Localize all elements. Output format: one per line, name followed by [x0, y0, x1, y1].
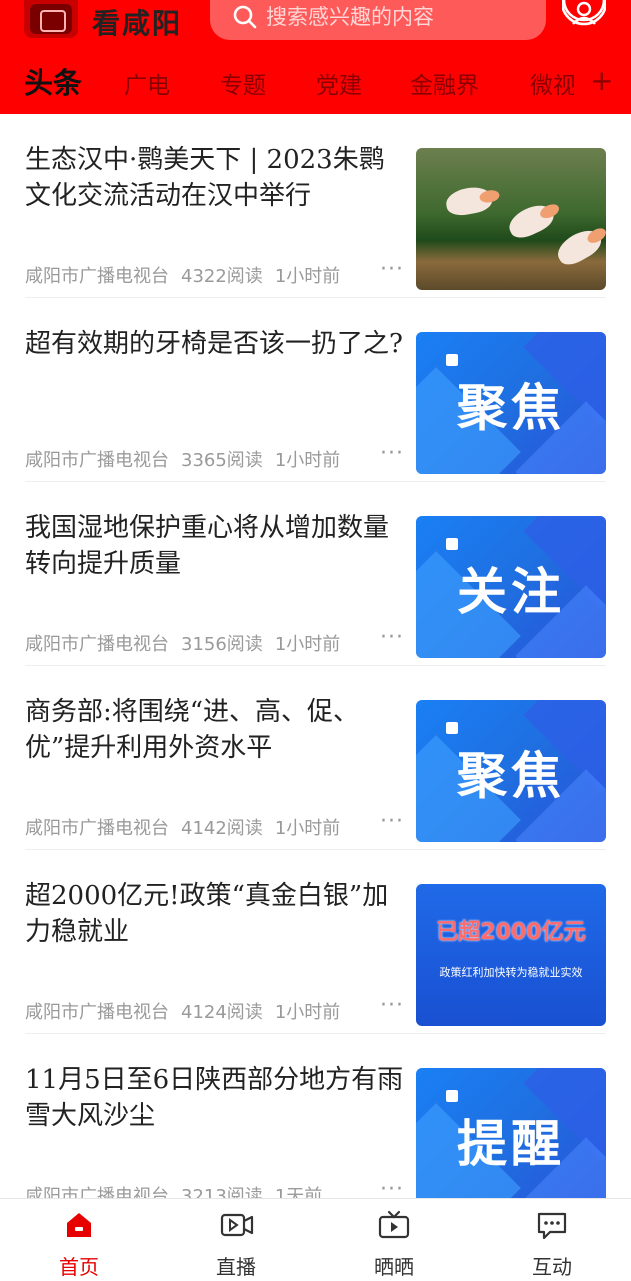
thumbnail-text: 关注: [457, 563, 565, 621]
news-item[interactable]: 商务部:将围绕“进、高、促、优”提升利用外资水平 咸阳市广播电视台 4142阅读 1…: [0, 666, 631, 850]
news-thumbnail[interactable]: 聚焦: [416, 700, 606, 842]
ibis-bird-image: [552, 224, 606, 270]
add-channel-button[interactable]: +: [590, 66, 613, 96]
search-input[interactable]: [266, 0, 536, 36]
news-reads: 3365阅读: [181, 450, 263, 471]
ibis-bird-image: [444, 184, 494, 218]
news-item[interactable]: 我国湿地保护重心将从增加数量转向提升质量 咸阳市广播电视台 3156阅读 1小时前 …: [0, 482, 631, 666]
news-title[interactable]: 商务部:将围绕“进、高、促、优”提升利用外资水平: [25, 694, 405, 766]
news-time: 1天前: [274, 1186, 323, 1198]
more-options-icon[interactable]: ···: [380, 625, 404, 650]
nav-label: 晒晒: [374, 1255, 414, 1279]
news-meta: 咸阳市广播电视台 4124阅读 1小时前: [25, 998, 352, 1024]
channel-badge-icon: [446, 538, 458, 550]
channel-badge-icon: [446, 722, 458, 734]
news-time: 1小时前: [274, 818, 341, 839]
news-meta: 咸阳市广播电视台 3365阅读 1小时前: [25, 446, 352, 472]
channel-badge-icon: [446, 1090, 458, 1102]
tab-headlines[interactable]: 头条: [24, 60, 82, 102]
channel-badge-icon: [446, 354, 458, 366]
tab-broadcast[interactable]: 广电: [124, 66, 170, 100]
thumbnail-text: 聚焦: [457, 747, 565, 805]
news-meta: 咸阳市广播电视台 3156阅读 1小时前: [25, 630, 352, 656]
news-source: 咸阳市广播电视台: [25, 266, 169, 287]
news-title[interactable]: 我国湿地保护重心将从增加数量转向提升质量: [25, 510, 405, 582]
news-time: 1小时前: [274, 266, 341, 287]
thumbnail-subtext: 政策红利加快转为稳就业实效: [439, 966, 583, 979]
tab-finance[interactable]: 金融界: [410, 66, 479, 100]
news-item[interactable]: 超2000亿元!政策“真金白银”加力稳就业 咸阳市广播电视台 4124阅读 1小时前…: [0, 850, 631, 1034]
channel-tabs: 头条 广电 专题 党建 金融界 微视 +: [0, 56, 631, 106]
more-options-icon[interactable]: ···: [380, 993, 404, 1018]
top-header: 看咸阳 头条 广电 专题 党建 金融界 微视 +: [0, 0, 631, 114]
news-item[interactable]: 生态汉中·鹮美天下 | 2023朱鹮文化交流活动在汉中举行 咸阳市广播电视台 43…: [0, 114, 631, 298]
news-reads: 3213阅读: [181, 1186, 263, 1198]
news-meta: 咸阳市广播电视台 3213阅读 1天前: [25, 1182, 334, 1198]
news-source: 咸阳市广播电视台: [25, 1002, 169, 1023]
bottom-navigation: 首页 直播 晒晒 互动: [0, 1198, 631, 1281]
more-options-icon[interactable]: ···: [380, 257, 404, 282]
news-title[interactable]: 超有效期的牙椅是否该一扔了之?: [25, 326, 405, 362]
tab-topics[interactable]: 专题: [220, 66, 266, 100]
news-title[interactable]: 11月5日至6日陕西部分地方有雨雪大风沙尘: [25, 1062, 405, 1134]
thumbnail-text: 聚焦: [457, 379, 565, 437]
video-camera-icon: [220, 1213, 254, 1237]
news-time: 1小时前: [274, 1002, 341, 1023]
nav-interact[interactable]: 互动: [492, 1199, 612, 1281]
tab-microvideo[interactable]: 微视: [530, 66, 574, 100]
news-time: 1小时前: [274, 450, 341, 471]
news-thumbnail[interactable]: 提醒: [416, 1068, 606, 1198]
news-thumbnail[interactable]: [416, 148, 606, 290]
news-reads: 4142阅读: [181, 818, 263, 839]
more-options-icon[interactable]: ···: [380, 1177, 404, 1198]
nav-live[interactable]: 直播: [176, 1199, 296, 1281]
news-source: 咸阳市广播电视台: [25, 634, 169, 655]
tv-icon: [378, 1210, 410, 1239]
news-title[interactable]: 超2000亿元!政策“真金白银”加力稳就业: [25, 878, 405, 950]
news-title[interactable]: 生态汉中·鹮美天下 | 2023朱鹮文化交流活动在汉中举行: [25, 142, 405, 214]
news-item[interactable]: 超有效期的牙椅是否该一扔了之? 咸阳市广播电视台 3365阅读 1小时前 ··· 聚…: [0, 298, 631, 482]
search-bar[interactable]: [210, 0, 546, 40]
nav-label: 互动: [532, 1255, 572, 1279]
app-title: 看咸阳: [92, 7, 183, 40]
app-logo[interactable]: [24, 0, 78, 38]
news-source: 咸阳市广播电视台: [25, 1186, 169, 1198]
news-item[interactable]: 11月5日至6日陕西部分地方有雨雪大风沙尘 咸阳市广播电视台 3213阅读 1天前 …: [0, 1034, 631, 1198]
tab-party[interactable]: 党建: [316, 66, 362, 100]
home-icon: [67, 1213, 91, 1237]
nav-share[interactable]: 晒晒: [334, 1199, 454, 1281]
news-reads: 3156阅读: [181, 634, 263, 655]
news-meta: 咸阳市广播电视台 4142阅读 1小时前: [25, 814, 352, 840]
news-reads: 4322阅读: [181, 266, 263, 287]
more-options-icon[interactable]: ···: [380, 441, 404, 466]
news-source: 咸阳市广播电视台: [25, 818, 169, 839]
news-thumbnail[interactable]: 已超2000亿元 政策红利加快转为稳就业实效: [416, 884, 606, 1026]
thumbnail-text: 已超2000亿元: [436, 920, 586, 945]
chat-bubble-icon: [537, 1212, 567, 1240]
news-meta: 咸阳市广播电视台 4322阅读 1小时前: [25, 262, 352, 288]
nav-label: 直播: [216, 1255, 256, 1279]
news-source: 咸阳市广播电视台: [25, 450, 169, 471]
news-time: 1小时前: [274, 634, 341, 655]
thumbnail-text: 提醒: [457, 1115, 565, 1173]
more-options-icon[interactable]: ···: [380, 809, 404, 834]
news-feed[interactable]: 生态汉中·鹮美天下 | 2023朱鹮文化交流活动在汉中举行 咸阳市广播电视台 43…: [0, 114, 631, 1198]
ibis-bird-image: [504, 199, 558, 243]
user-avatar-icon: [560, 0, 608, 26]
news-thumbnail[interactable]: 聚焦: [416, 332, 606, 474]
nav-label: 首页: [59, 1255, 99, 1279]
news-reads: 4124阅读: [181, 1002, 263, 1023]
search-icon: [233, 5, 257, 29]
news-thumbnail[interactable]: 关注: [416, 516, 606, 658]
user-profile-button[interactable]: [560, 0, 608, 38]
nav-home[interactable]: 首页: [19, 1199, 139, 1281]
seal-logo-icon: [30, 4, 72, 34]
